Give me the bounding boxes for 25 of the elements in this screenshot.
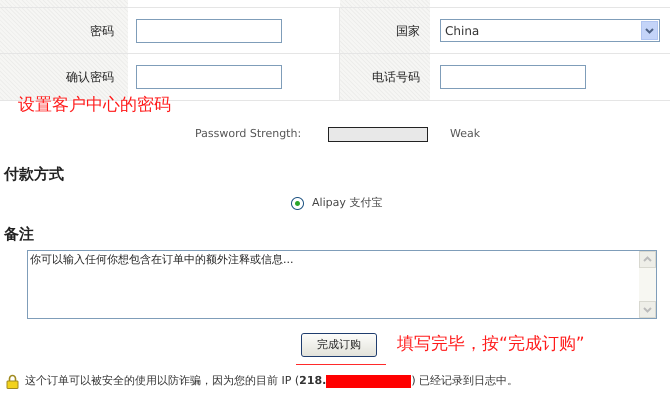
submit-button[interactable]: 完成订购	[301, 333, 377, 357]
scroll-up-icon[interactable]	[639, 251, 656, 268]
input-field[interactable]	[136, 18, 282, 42]
textarea-text: 你可以输入任何你想包含在订单中的额外注释或信息...	[29, 252, 294, 267]
security-notice: ) 已经记录到日志中。	[411, 372, 518, 389]
strength-label: Password Strength:	[195, 126, 302, 142]
annotation-text: 设置客户中心的密码	[18, 95, 171, 115]
field-label: 电话号码	[372, 69, 420, 86]
input-field[interactable]	[440, 65, 586, 89]
notes-textarea[interactable]: 你可以输入任何你想包含在订单中的额外注释或信息...	[27, 250, 657, 319]
security-notice: 这个订单可以被安全的使用以防诈骗，因为您的目前 IP (218.	[25, 372, 326, 389]
section-heading: 备注	[4, 225, 34, 243]
field-label: 密码	[90, 22, 114, 40]
radio-button[interactable]	[291, 196, 304, 210]
annotation-text: 填写完毕，按“完成订购”	[397, 333, 585, 356]
country-select[interactable]: China	[440, 19, 660, 42]
scroll-down-icon[interactable]	[639, 301, 656, 318]
field-label: 确认密码	[66, 69, 114, 86]
lock-icon	[6, 374, 19, 388]
field-label: 国家	[396, 22, 420, 40]
input-field[interactable]	[136, 65, 282, 89]
section-heading: 付款方式	[4, 165, 64, 183]
radio-label: Alipay 支付宝	[312, 194, 382, 211]
strength-reading: Weak	[450, 126, 480, 142]
scrollbar[interactable]	[639, 251, 656, 318]
